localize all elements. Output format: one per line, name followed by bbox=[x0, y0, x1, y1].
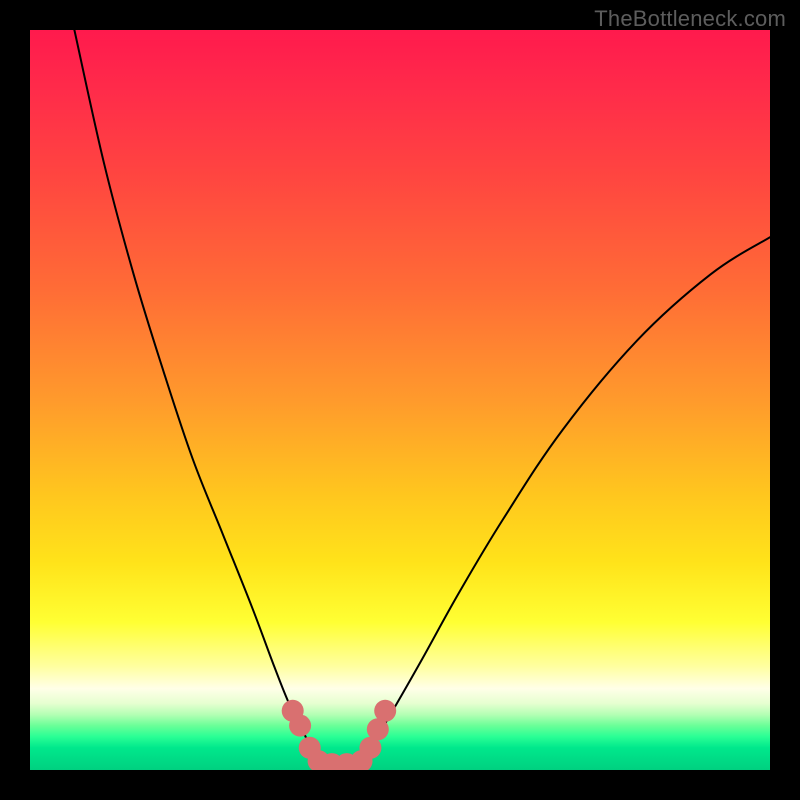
valley-marker bbox=[289, 715, 311, 737]
watermark-text: TheBottleneck.com bbox=[594, 6, 786, 32]
curve-layer bbox=[30, 30, 770, 770]
plot-area bbox=[30, 30, 770, 770]
valley-marker bbox=[374, 700, 396, 722]
left-curve bbox=[74, 30, 322, 763]
right-curve bbox=[356, 237, 770, 762]
chart-frame: TheBottleneck.com bbox=[0, 0, 800, 800]
